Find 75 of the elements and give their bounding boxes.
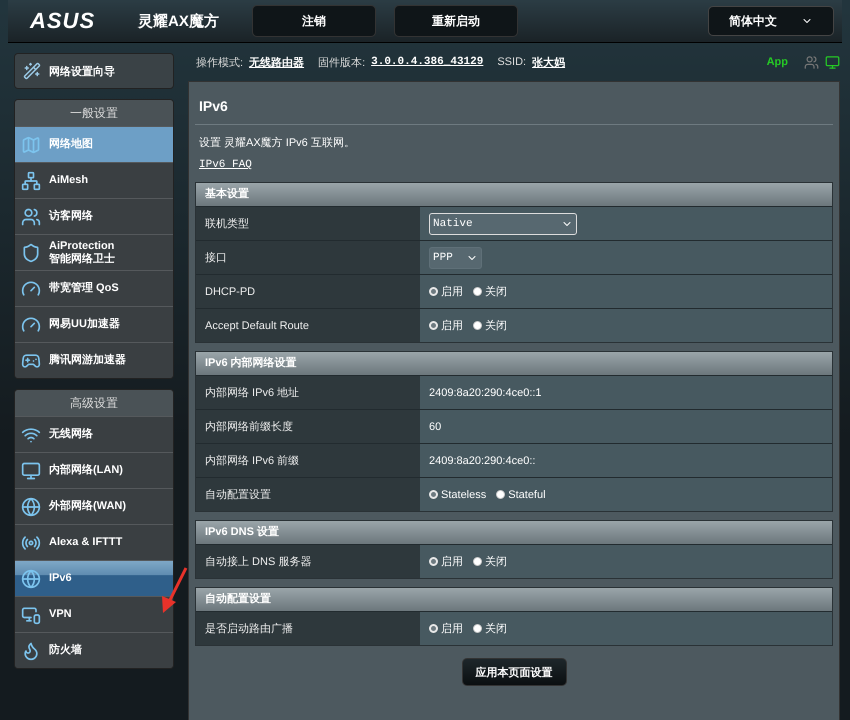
- radio-button[interactable]: [429, 557, 438, 566]
- ssid-link[interactable]: 张大妈: [532, 54, 566, 70]
- dropdown-select[interactable]: Native: [429, 212, 577, 234]
- setup-wizard-button[interactable]: 网络设置向导: [14, 53, 174, 89]
- gauge-icon: [21, 314, 41, 334]
- monitor-icon: [21, 604, 41, 624]
- radio-button[interactable]: [429, 287, 438, 296]
- menu-group-title: 高级设置: [15, 390, 173, 416]
- setting-label: 内部网络 IPv6 前缀: [196, 444, 420, 477]
- setting-label: DHCP-PD: [196, 275, 420, 308]
- monitor-icon: [21, 460, 41, 480]
- firmware-label: 固件版本:: [318, 56, 366, 70]
- mode-label: 操作模式:: [196, 56, 244, 70]
- users-icon[interactable]: [804, 54, 819, 70]
- mode-link[interactable]: 无线路由器: [249, 54, 304, 70]
- sidebar-item[interactable]: 防火墙: [15, 632, 173, 668]
- section-header: IPv6 DNS 设置: [196, 521, 832, 544]
- setting-label: 是否启动路由广播: [196, 612, 420, 645]
- radio-button[interactable]: [429, 321, 438, 330]
- radio-label: 关闭: [485, 622, 507, 636]
- setting-label: 内部网络 IPv6 地址: [196, 376, 420, 409]
- menu-group-title: 一般设置: [15, 100, 173, 126]
- globe-icon: [21, 496, 41, 516]
- gauge-icon: [21, 278, 41, 298]
- radio-label: 启用: [441, 554, 463, 569]
- radio-button[interactable]: [473, 321, 482, 330]
- map-icon: [21, 134, 41, 154]
- users-icon: [21, 206, 41, 226]
- radio-label: Stateful: [508, 488, 546, 500]
- product-name: 灵耀AX魔方: [138, 12, 220, 30]
- radio-label: 启用: [441, 284, 463, 299]
- dropdown-select[interactable]: PPP: [429, 246, 482, 268]
- app-link[interactable]: App: [766, 56, 788, 68]
- page-title: IPv6: [195, 82, 833, 125]
- faq-link[interactable]: IPv6 FAQ: [195, 159, 256, 171]
- field-value: 2409:8a20:290:4ce0::1: [429, 386, 542, 398]
- radio-label: 关闭: [485, 284, 507, 299]
- setting-label: 自动配置设置: [196, 478, 420, 511]
- radio-button[interactable]: [429, 490, 438, 499]
- section-header: 基本设置: [196, 183, 832, 206]
- radio-button[interactable]: [473, 287, 482, 296]
- page-description: 设置 灵耀AX魔方 IPv6 互联网。: [198, 136, 356, 151]
- radio-button[interactable]: [496, 490, 506, 499]
- language-dropdown[interactable]: 简体中文: [708, 6, 834, 36]
- section-header: 自动配置设置: [196, 588, 832, 611]
- radio-label: 关闭: [485, 318, 507, 333]
- wand-icon: [23, 62, 41, 80]
- radio-button[interactable]: [473, 624, 482, 633]
- annotation-arrow: [160, 566, 188, 614]
- radio-label: 关闭: [485, 554, 507, 569]
- sidebar-item[interactable]: 腾讯网游加速器: [15, 342, 173, 378]
- radio-label: 启用: [441, 622, 463, 636]
- globe-icon: [21, 568, 41, 588]
- section-header: IPv6 内部网络设置: [196, 352, 832, 375]
- radio-button[interactable]: [473, 557, 482, 566]
- radio-button[interactable]: [429, 624, 438, 633]
- network-icon: [21, 170, 41, 190]
- ssid-label: SSID:: [497, 56, 526, 68]
- setting-label: 自动接上 DNS 服务器: [196, 545, 420, 578]
- radio-label: 启用: [441, 318, 463, 333]
- field-value: 2409:8a20:290:4ce0::: [429, 454, 536, 466]
- setting-label: Accept Default Route: [196, 309, 420, 342]
- shield-icon: [21, 242, 41, 262]
- setting-label: 联机类型: [196, 207, 420, 240]
- firmware-link[interactable]: 3.0.0.4.386_43129: [371, 56, 484, 68]
- brand-logo: ASUS: [30, 8, 96, 34]
- sidebar-item[interactable]: IPv6: [15, 560, 173, 596]
- radio-label: Stateless: [441, 488, 486, 500]
- header-button[interactable]: 重新启动: [394, 5, 518, 37]
- apply-button[interactable]: 应用本页面设置: [462, 658, 566, 686]
- field-value: 60: [429, 420, 442, 432]
- setting-label: 接口: [196, 241, 420, 274]
- monitor-icon[interactable]: [825, 54, 840, 70]
- header-button[interactable]: 注销: [252, 5, 376, 37]
- setting-label: 内部网络前缀长度: [196, 410, 420, 443]
